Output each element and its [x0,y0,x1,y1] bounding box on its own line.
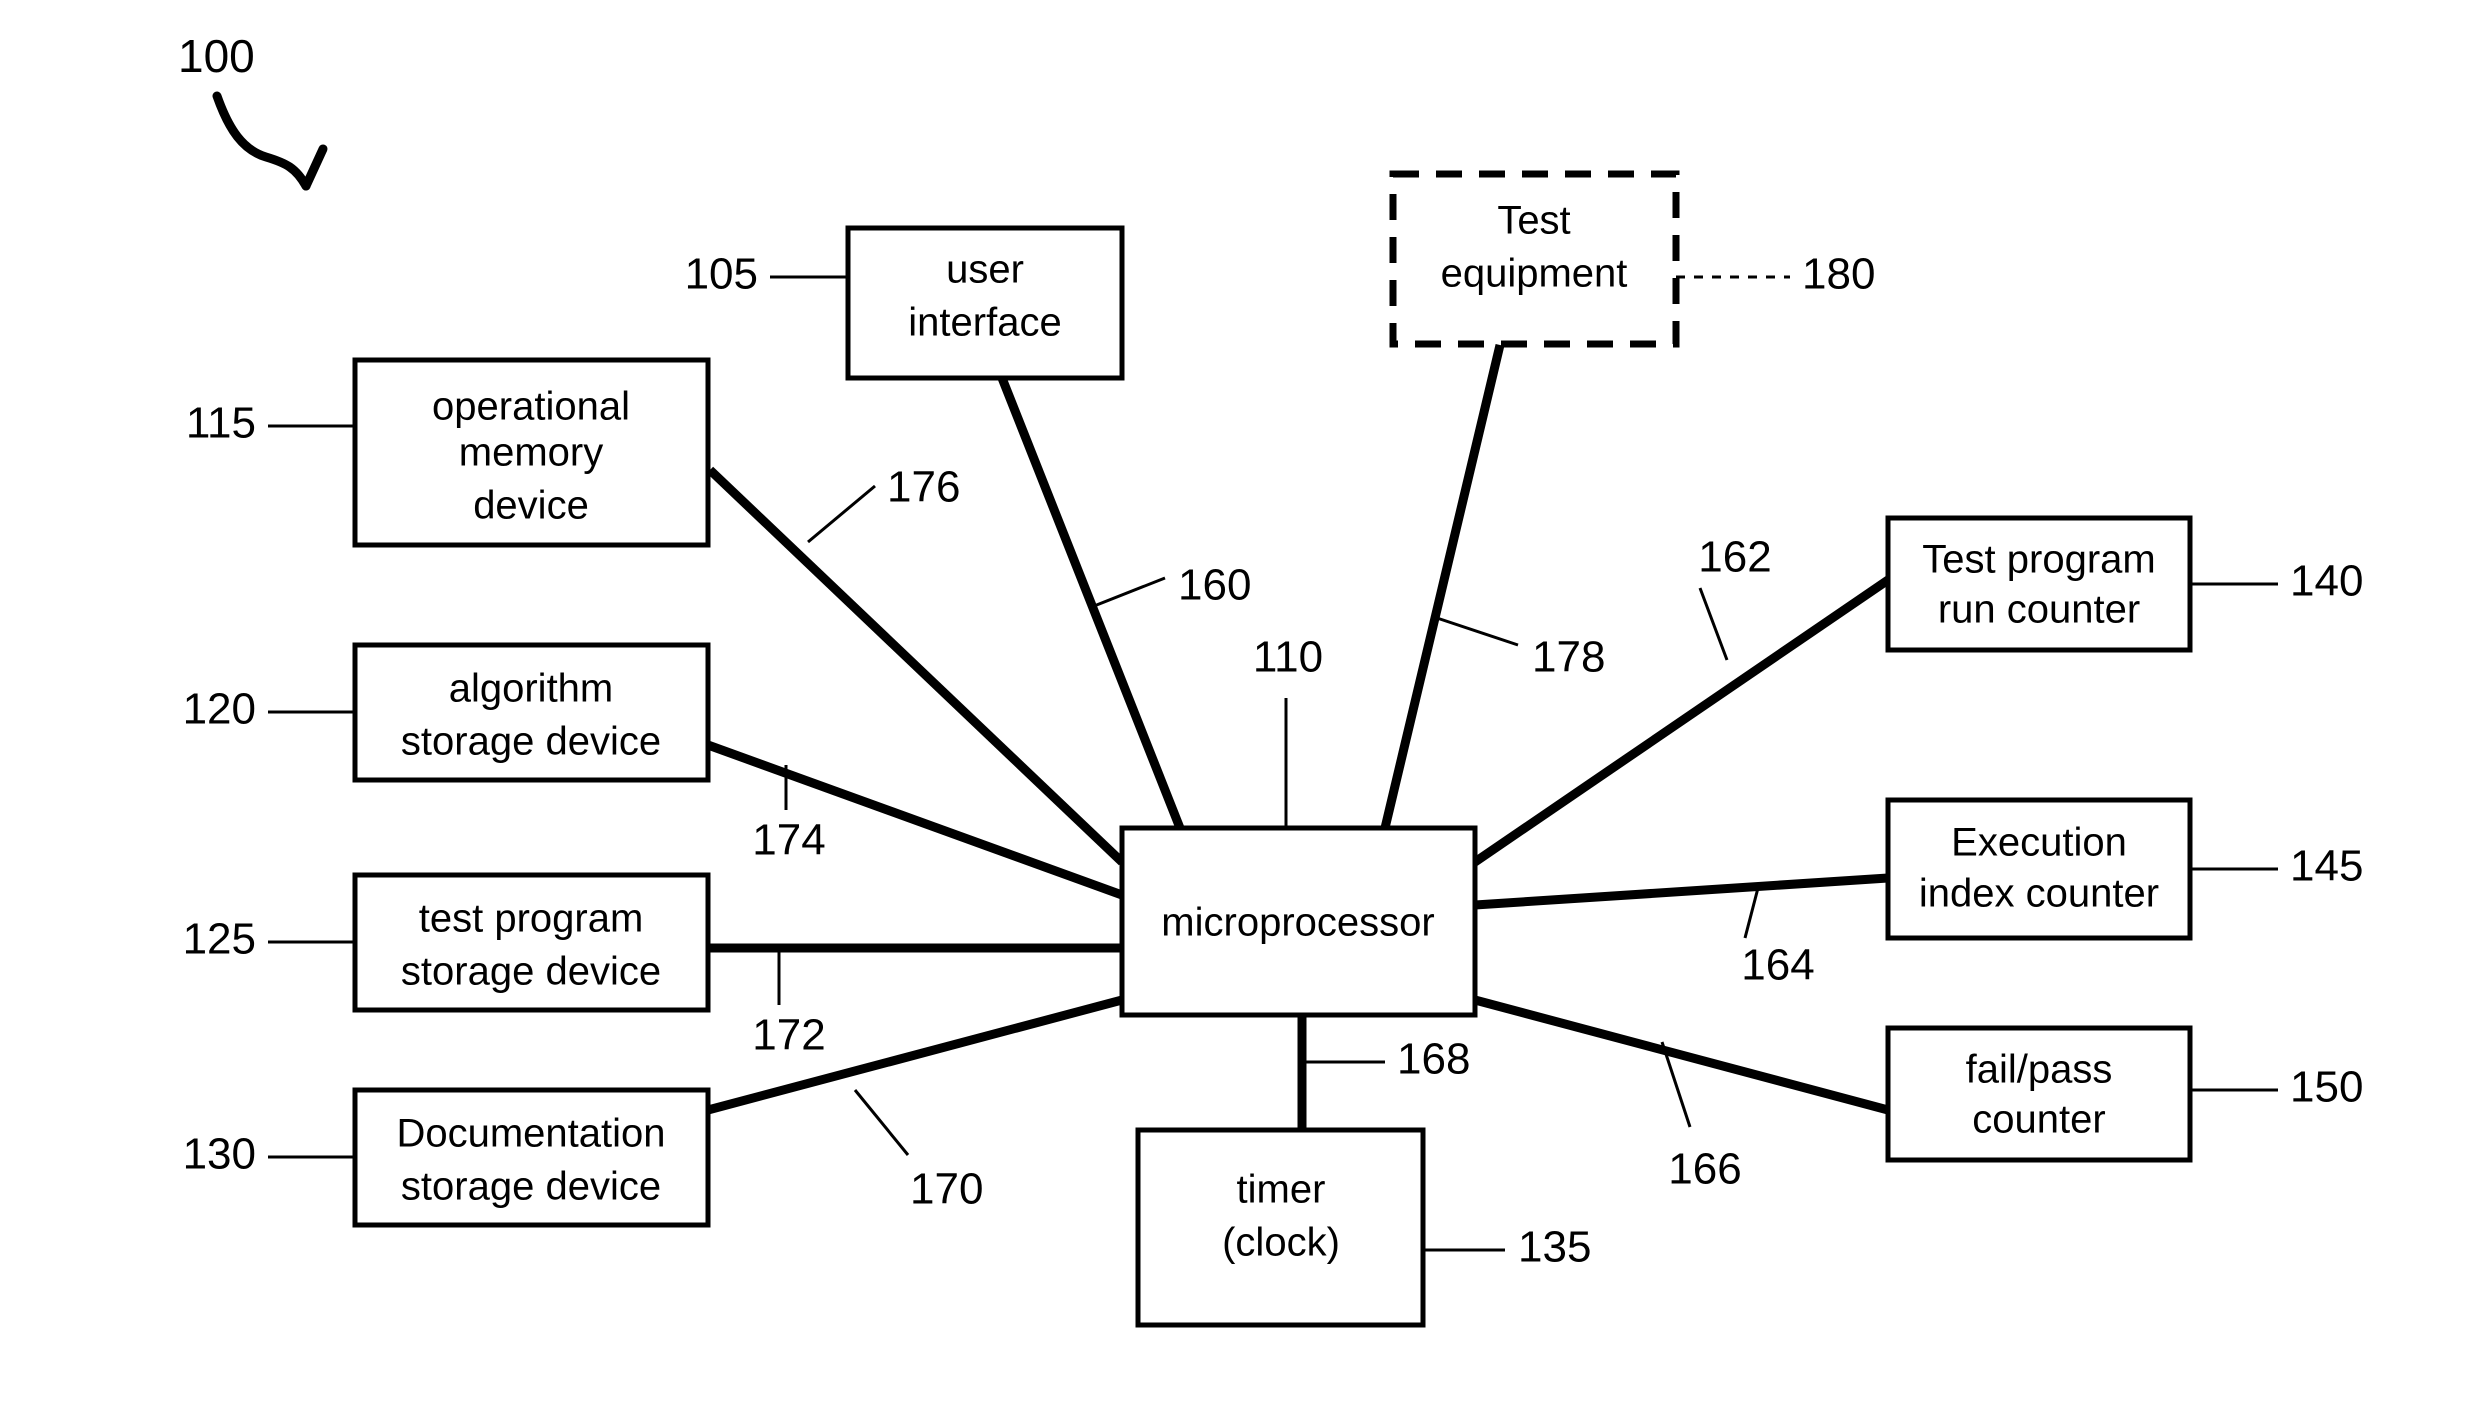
node-algorithm-storage-device[interactable]: algorithm storage device [352,642,711,783]
connection-line-162 [1472,576,1891,866]
ref-num-160: 160 [1178,561,1251,610]
ref-num-105: 105 [685,250,758,299]
leader-line-170 [853,1089,910,1156]
ref-num-168: 168 [1397,1035,1470,1084]
leader-line-162 [1698,587,1729,661]
leader-line-178 [1436,616,1519,647]
ref-num-178: 178 [1532,633,1605,682]
node-user-interface[interactable]: user interface [845,225,1125,381]
ref-num-166: 166 [1668,1145,1741,1194]
node-operational-memory-device[interactable]: operational memory device [352,357,711,548]
algorithm-storage-device-label-line2: storage device [401,720,661,764]
user-interface-label-line2: interface [908,301,1061,345]
node-test-equipment[interactable]: Test equipment [1389,170,1680,348]
algorithm-storage-device-label-line1: algorithm [449,667,614,711]
node-fail-pass-counter[interactable]: fail/pass counter [1885,1025,2193,1163]
operational-memory-device-label-line1: operational [432,385,630,429]
user-interface-label-line1: user [946,248,1024,292]
figure-pointer-arrowhead [301,144,328,191]
node-execution-index-counter[interactable]: Execution index counter [1885,797,2193,941]
node-microprocessor[interactable]: microprocessor [1119,825,1478,1018]
connection-line-164 [1474,873,1889,910]
test-program-storage-device-label-line2: storage device [401,950,661,994]
ref-num-150: 150 [2290,1063,2363,1112]
fail-pass-counter-label-line1: fail/pass [1966,1048,2113,1092]
test-program-run-counter-label-line1: Test program [1922,538,2155,582]
ref-num-176: 176 [887,463,960,512]
documentation-storage-device-label-line2: storage device [401,1165,661,1209]
ref-num-174: 174 [752,816,825,865]
node-test-program-run-counter[interactable]: Test program run counter [1885,515,2193,653]
test-equipment-label-line1: Test [1497,199,1570,243]
ref-num-135: 135 [1518,1223,1591,1272]
leader-line-176 [807,484,876,544]
timer-clock-label-line1: timer [1237,1168,1326,1212]
node-documentation-storage-device[interactable]: Documentation storage device [352,1087,711,1228]
connection-line-166 [1473,995,1890,1115]
ref-num-110: 110 [1253,633,1323,682]
figure-number-100: 100 [178,30,255,82]
node-test-program-storage-device[interactable]: test program storage device [352,872,711,1013]
ref-num-130: 130 [183,1130,256,1179]
patent-figure: user interface 105 Test equipment 180 op… [0,0,2487,1412]
operational-memory-device-label-line3: device [473,484,589,528]
execution-index-counter-label-line2: index counter [1919,872,2159,916]
connection-line-160 [997,376,1185,830]
figure-pointer-arrow [212,91,311,191]
leader-line-160 [1088,576,1166,610]
ref-num-164: 164 [1741,941,1814,990]
connection-line-178 [1380,343,1505,830]
microprocessor-label: microprocessor [1161,901,1434,945]
timer-clock-label-line2: (clock) [1222,1221,1340,1265]
test-program-storage-device-label-line1: test program [419,897,644,941]
operational-memory-device-label-line2: memory [459,431,603,475]
ref-num-172: 172 [752,1011,825,1060]
leader-line-164 [1743,887,1760,939]
documentation-storage-device-label-line1: Documentation [396,1112,665,1156]
ref-num-162: 162 [1698,533,1771,582]
ref-num-170: 170 [910,1165,983,1214]
fail-pass-counter-label-line2: counter [1972,1098,2105,1142]
ref-num-140: 140 [2290,557,2363,606]
ref-num-145: 145 [2290,842,2363,891]
execution-index-counter-label-line1: Execution [1951,821,2127,865]
test-program-run-counter-label-line2: run counter [1938,588,2140,632]
test-equipment-label-line2: equipment [1441,252,1628,296]
ref-num-125: 125 [183,915,256,964]
ref-num-120: 120 [183,685,256,734]
node-timer-clock[interactable]: timer (clock) [1135,1127,1426,1328]
block-diagram-canvas: user interface 105 Test equipment 180 op… [178,30,2363,1328]
ref-num-115: 115 [186,399,256,448]
ref-num-180: 180 [1802,250,1875,299]
